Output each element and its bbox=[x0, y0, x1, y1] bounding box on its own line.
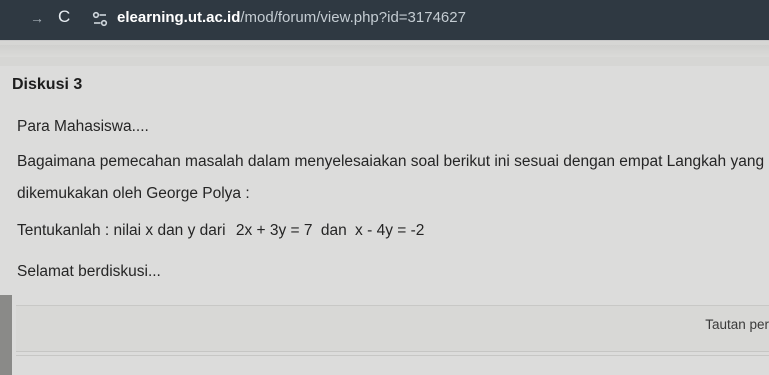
site-info-icon[interactable] bbox=[92, 11, 108, 27]
equation-connector: dan bbox=[320, 222, 347, 239]
browser-toolbar: → C elearning.ut.ac.id/mod/forum/view.ph… bbox=[0, 0, 769, 40]
post-task: Tentukanlah : nilai x dan y dari 2x + 3y… bbox=[17, 222, 424, 240]
url-path: /mod/forum/view.php?id=3174627 bbox=[240, 9, 466, 26]
post-footer: Tautan per bbox=[16, 305, 769, 352]
equation-1: 2x + 3y = 7 bbox=[235, 222, 313, 239]
forward-icon[interactable]: → bbox=[30, 10, 44, 26]
equation-2: x - 4y = -2 bbox=[355, 222, 425, 239]
discussion-title: Diskusi 3 bbox=[12, 76, 83, 93]
forum-post: Diskusi 3 Para Mahasiswa.... Bagaimana p… bbox=[0, 66, 769, 375]
url-host: elearning.ut.ac.id bbox=[117, 9, 241, 26]
permalink-link[interactable]: Tautan per bbox=[705, 317, 769, 332]
reload-icon[interactable]: C bbox=[58, 7, 70, 27]
left-edge-shadow bbox=[0, 295, 12, 375]
post-closing: Selamat berdiskusi... bbox=[17, 263, 161, 280]
bottom-divider bbox=[16, 355, 769, 356]
post-question-line-2: dikemukakan oleh George Polya : bbox=[17, 185, 250, 202]
post-greeting: Para Mahasiswa.... bbox=[17, 118, 149, 135]
address-bar[interactable]: elearning.ut.ac.id/mod/forum/view.php?id… bbox=[117, 9, 466, 26]
task-prefix: Tentukanlah : nilai x dan y dari bbox=[17, 222, 226, 239]
page-header-strip bbox=[0, 40, 769, 67]
post-question-line-1: Bagaimana pemecahan masalah dalam menyel… bbox=[17, 153, 765, 170]
header-fade bbox=[0, 45, 769, 57]
